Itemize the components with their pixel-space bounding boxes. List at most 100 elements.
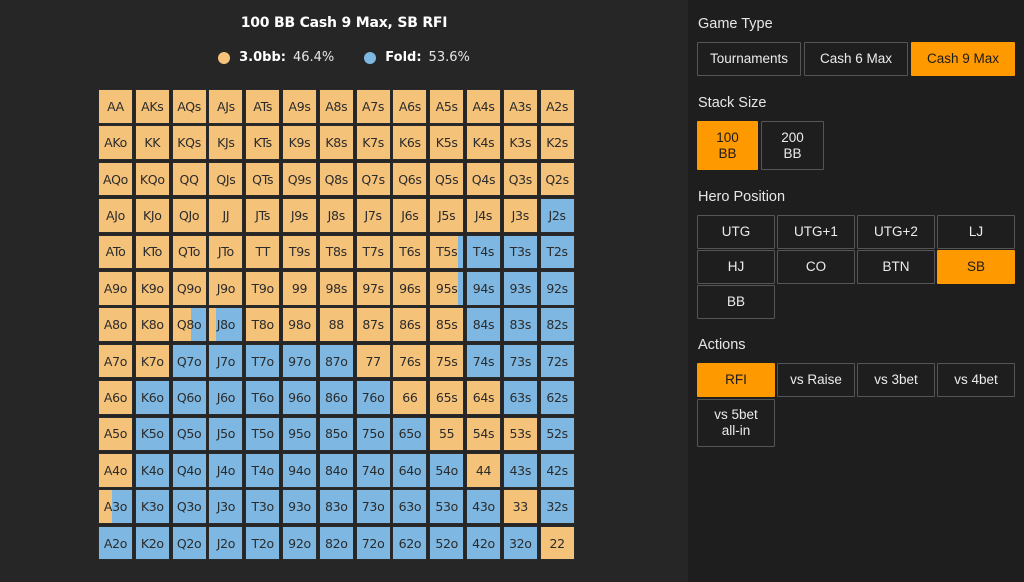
hand-cell-64s[interactable]: 64s: [466, 380, 501, 415]
hand-cell-T5o[interactable]: T5o: [245, 416, 281, 452]
hand-cell-92s[interactable]: 92s: [539, 271, 575, 306]
hand-cell-T6o[interactable]: T6o: [245, 380, 281, 415]
hand-cell-J9s[interactable]: J9s: [282, 198, 317, 233]
hand-cell-A6s[interactable]: A6s: [392, 89, 428, 124]
position-hj-button[interactable]: HJ: [697, 250, 775, 284]
hand-cell-JTs[interactable]: JTs: [245, 198, 281, 233]
hand-cell-K7o[interactable]: K7o: [134, 343, 170, 379]
hand-cell-A8s[interactable]: A8s: [318, 89, 354, 124]
hand-cell-99[interactable]: 99: [282, 271, 317, 306]
hand-cell-96o[interactable]: 96o: [282, 380, 317, 415]
action-vs-3bet-button[interactable]: vs 3bet: [857, 363, 935, 397]
hand-cell-A4o[interactable]: A4o: [98, 453, 133, 488]
hand-cell-K3o[interactable]: K3o: [134, 489, 170, 524]
hand-cell-82s[interactable]: 82s: [539, 307, 575, 342]
hand-cell-J8s[interactable]: J8s: [318, 198, 354, 233]
hand-cell-94s[interactable]: 94s: [466, 271, 501, 306]
hand-cell-JJ[interactable]: JJ: [208, 198, 244, 233]
hand-cell-KQo[interactable]: KQo: [134, 161, 170, 197]
hand-cell-A5s[interactable]: A5s: [429, 89, 465, 124]
hand-cell-K9s[interactable]: K9s: [282, 125, 317, 160]
hand-cell-J9o[interactable]: J9o: [208, 271, 244, 306]
action-vs-4bet-button[interactable]: vs 4bet: [937, 363, 1015, 397]
hand-cell-76s[interactable]: 76s: [392, 343, 428, 379]
hand-cell-62o[interactable]: 62o: [392, 525, 428, 561]
action-rfi-button[interactable]: RFI: [697, 363, 775, 397]
position-sb-button[interactable]: SB: [937, 250, 1015, 284]
hand-cell-K5o[interactable]: K5o: [134, 416, 170, 452]
hand-cell-A9o[interactable]: A9o: [98, 271, 133, 306]
hand-cell-Q5s[interactable]: Q5s: [429, 161, 465, 197]
hand-cell-A5o[interactable]: A5o: [98, 416, 133, 452]
hand-cell-76o[interactable]: 76o: [355, 380, 391, 415]
hand-cell-Q6o[interactable]: Q6o: [171, 380, 207, 415]
hand-cell-72o[interactable]: 72o: [355, 525, 391, 561]
hand-cell-QTo[interactable]: QTo: [171, 234, 207, 270]
hand-cell-73o[interactable]: 73o: [355, 489, 391, 524]
hand-cell-K5s[interactable]: K5s: [429, 125, 465, 160]
hand-cell-72s[interactable]: 72s: [539, 343, 575, 379]
hand-cell-T7s[interactable]: T7s: [355, 234, 391, 270]
hand-cell-66[interactable]: 66: [392, 380, 428, 415]
hand-cell-A6o[interactable]: A6o: [98, 380, 133, 415]
hand-cell-Q7s[interactable]: Q7s: [355, 161, 391, 197]
hand-cell-AQs[interactable]: AQs: [171, 89, 207, 124]
hand-cell-Q3s[interactable]: Q3s: [502, 161, 538, 197]
position-bb-button[interactable]: BB: [697, 285, 775, 319]
hand-cell-T3o[interactable]: T3o: [245, 489, 281, 524]
hand-cell-J6s[interactable]: J6s: [392, 198, 428, 233]
hand-cell-A2s[interactable]: A2s: [539, 89, 575, 124]
hand-cell-64o[interactable]: 64o: [392, 453, 428, 488]
hand-cell-96s[interactable]: 96s: [392, 271, 428, 306]
hand-cell-93s[interactable]: 93s: [502, 271, 538, 306]
hand-cell-65s[interactable]: 65s: [429, 380, 465, 415]
hand-cell-54o[interactable]: 54o: [429, 453, 465, 488]
hand-cell-53s[interactable]: 53s: [502, 416, 538, 452]
hand-cell-AJo[interactable]: AJo: [98, 198, 133, 233]
hand-cell-JTo[interactable]: JTo: [208, 234, 244, 270]
hand-cell-J4s[interactable]: J4s: [466, 198, 501, 233]
hand-cell-43s[interactable]: 43s: [502, 453, 538, 488]
hand-cell-95s[interactable]: 95s: [429, 271, 465, 306]
hand-cell-AKs[interactable]: AKs: [134, 89, 170, 124]
hand-cell-J2o[interactable]: J2o: [208, 525, 244, 561]
hand-cell-T8o[interactable]: T8o: [245, 307, 281, 342]
hand-cell-53o[interactable]: 53o: [429, 489, 465, 524]
hand-cell-86s[interactable]: 86s: [392, 307, 428, 342]
hand-cell-83o[interactable]: 83o: [318, 489, 354, 524]
hand-cell-A7o[interactable]: A7o: [98, 343, 133, 379]
game-type-tournaments-button[interactable]: Tournaments: [697, 42, 801, 76]
hand-cell-88[interactable]: 88: [318, 307, 354, 342]
hand-cell-65o[interactable]: 65o: [392, 416, 428, 452]
position-utg-button[interactable]: UTG: [697, 215, 775, 249]
hand-cell-73s[interactable]: 73s: [502, 343, 538, 379]
hand-cell-A7s[interactable]: A7s: [355, 89, 391, 124]
hand-cell-T2o[interactable]: T2o: [245, 525, 281, 561]
hand-cell-J6o[interactable]: J6o: [208, 380, 244, 415]
hand-cell-82o[interactable]: 82o: [318, 525, 354, 561]
hand-cell-K9o[interactable]: K9o: [134, 271, 170, 306]
hand-cell-TT[interactable]: TT: [245, 234, 281, 270]
hand-cell-97s[interactable]: 97s: [355, 271, 391, 306]
hand-cell-K4s[interactable]: K4s: [466, 125, 501, 160]
action-vs-raise-button[interactable]: vs Raise: [777, 363, 855, 397]
hand-cell-A8o[interactable]: A8o: [98, 307, 133, 342]
hand-cell-J7o[interactable]: J7o: [208, 343, 244, 379]
hand-cell-J3s[interactable]: J3s: [502, 198, 538, 233]
hand-cell-QTs[interactable]: QTs: [245, 161, 281, 197]
stack-200bb-button[interactable]: 200 BB: [761, 121, 824, 170]
position-btn-button[interactable]: BTN: [857, 250, 935, 284]
hand-cell-83s[interactable]: 83s: [502, 307, 538, 342]
hand-cell-T3s[interactable]: T3s: [502, 234, 538, 270]
hand-cell-AA[interactable]: AA: [98, 89, 133, 124]
stack-100bb-button[interactable]: 100 BB: [697, 121, 758, 170]
hand-cell-A4s[interactable]: A4s: [466, 89, 501, 124]
hand-cell-T9s[interactable]: T9s: [282, 234, 317, 270]
hand-cell-K3s[interactable]: K3s: [502, 125, 538, 160]
hand-cell-AJs[interactable]: AJs: [208, 89, 244, 124]
hand-cell-T4s[interactable]: T4s: [466, 234, 501, 270]
position-lj-button[interactable]: LJ: [937, 215, 1015, 249]
hand-cell-84o[interactable]: 84o: [318, 453, 354, 488]
hand-cell-Q2s[interactable]: Q2s: [539, 161, 575, 197]
hand-cell-AKo[interactable]: AKo: [98, 125, 133, 160]
